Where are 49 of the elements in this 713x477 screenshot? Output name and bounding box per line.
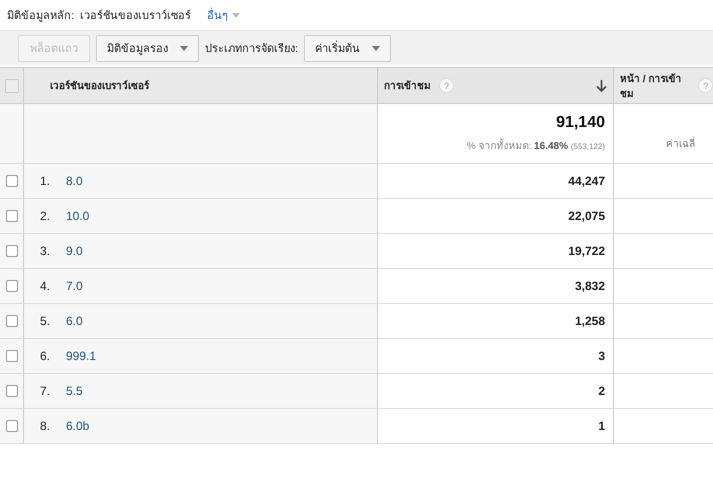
row-checkbox[interactable] <box>6 420 18 432</box>
row-index: 1. <box>40 174 52 188</box>
row-index: 6. <box>40 349 52 363</box>
row-index: 5. <box>40 314 52 328</box>
row-checkbox[interactable] <box>6 280 18 292</box>
row-index: 2. <box>40 209 52 223</box>
visits-value: 2 <box>598 384 605 398</box>
browser-version-link[interactable]: 8.0 <box>66 174 83 188</box>
visits-value: 1,258 <box>574 314 605 328</box>
visits-value: 3 <box>598 349 605 363</box>
row-index: 3. <box>40 244 52 258</box>
primary-dimension-value[interactable]: เวอร์ชันของเบราว์เซอร์ <box>80 6 192 24</box>
row-checkbox[interactable] <box>6 350 18 362</box>
browser-version-link[interactable]: 6.0b <box>66 419 90 433</box>
other-dimensions-link[interactable]: อื่นๆ <box>207 6 240 24</box>
browser-version-link[interactable]: 5.5 <box>66 384 83 398</box>
caret-icon <box>180 46 188 50</box>
primary-dimension-label: มิติข้อมูลหลัก: <box>7 9 74 24</box>
row-checkbox[interactable] <box>6 245 18 257</box>
column-header[interactable]: เวอร์ชันของเบราว์เซอร์ <box>50 78 149 93</box>
percent-of-total: % จากทั้งหมด: 16.48% (553,122) <box>466 138 605 153</box>
caret-icon <box>372 46 380 50</box>
sort-down-arrow-icon[interactable] <box>596 80 607 92</box>
sort-type-label: ประเภทการจัดเรียง: <box>205 42 298 57</box>
row-checkbox[interactable] <box>6 175 18 187</box>
row-index: 8. <box>40 419 52 433</box>
select-all-checkbox[interactable] <box>4 78 18 92</box>
row-checkbox[interactable] <box>6 315 18 327</box>
browser-version-link[interactable]: 7.0 <box>66 279 83 293</box>
column-header[interactable]: การเข้าชม <box>384 78 431 93</box>
row-checkbox[interactable] <box>6 385 18 397</box>
secondary-dimension-dropdown[interactable]: มิติข้อมูลรอง <box>96 34 199 62</box>
row-index: 7. <box>40 384 52 398</box>
browser-version-link[interactable]: 9.0 <box>66 244 83 258</box>
caret-icon <box>232 12 240 18</box>
row-checkbox[interactable] <box>6 210 18 222</box>
column-header[interactable]: หน้า / การเข้าชม <box>620 70 692 100</box>
visits-total: 91,140 <box>556 114 605 132</box>
browser-version-link[interactable]: 10.0 <box>66 209 90 223</box>
row-index: 4. <box>40 279 52 293</box>
visits-value: 22,075 <box>568 209 605 223</box>
visits-value: 19,722 <box>568 244 605 258</box>
sort-type-dropdown[interactable]: ค่าเริ่มต้น <box>304 34 392 62</box>
browser-version-link[interactable]: 6.0 <box>66 314 83 328</box>
average-value: ค่าเฉลี่ <box>666 136 695 151</box>
visits-value: 3,832 <box>574 279 605 293</box>
visits-value: 1 <box>598 419 605 433</box>
browser-version-link[interactable]: 999.1 <box>66 349 96 363</box>
visits-value: 44,247 <box>568 174 605 188</box>
